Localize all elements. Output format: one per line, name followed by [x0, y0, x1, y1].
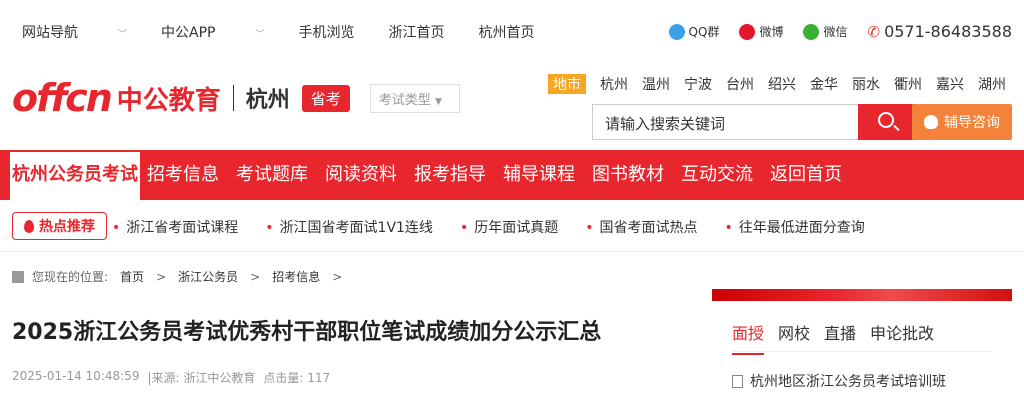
hangzhou-home-link[interactable]: 杭州首页	[479, 22, 535, 42]
search-input[interactable]: 请输入搜索关键词	[592, 104, 918, 140]
city-link[interactable]: 台州	[726, 74, 754, 94]
city-link[interactable]: 绍兴	[768, 74, 796, 94]
site-nav-label: 网站导航	[22, 25, 78, 41]
city-link[interactable]: 杭州	[600, 74, 628, 94]
search-button[interactable]	[858, 104, 918, 140]
tab-online[interactable]: 网校	[778, 320, 810, 355]
weibo-icon	[739, 23, 756, 40]
article-source: |来源: 浙江中公教育	[147, 371, 256, 385]
chevron-down-icon: ﹀	[255, 30, 265, 40]
qq-link[interactable]: QQ群	[668, 23, 720, 40]
city-link[interactable]: 温州	[642, 74, 670, 94]
logo-en: offcn	[12, 76, 113, 120]
city-link[interactable]: 湖州	[978, 74, 1006, 94]
nav-item-reading[interactable]: 阅读资料	[325, 150, 397, 200]
city-link[interactable]: 金华	[810, 74, 838, 94]
site-nav-link[interactable]: 网站导航 ﹀	[22, 22, 127, 42]
phone-text: 0571-86483588	[884, 22, 1012, 41]
hot-link[interactable]: 历年面试真题	[460, 217, 558, 237]
city-link[interactable]: 宁波	[684, 74, 712, 94]
location-icon	[12, 270, 24, 283]
site-logo[interactable]: offcn 中公教育 杭州 省考 考试类型 ▼	[12, 76, 460, 120]
exam-type-select[interactable]: 考试类型 ▼	[369, 83, 460, 113]
city-link[interactable]: 衢州	[894, 74, 922, 94]
breadcrumb-prefix: 您现在的位置:	[32, 270, 109, 284]
logo-cn: 中公教育	[116, 85, 221, 116]
nav-item-books[interactable]: 图书教材	[592, 150, 664, 200]
exam-tag: 省考	[301, 84, 350, 112]
chevron-down-icon: ﹀	[118, 30, 128, 40]
search-icon	[878, 112, 894, 128]
breadcrumb-link[interactable]: 首页	[120, 268, 144, 285]
top-bar: 网站导航 ﹀ 中公APP ﹀ 手机浏览 浙江首页 杭州首页 QQ群 微博 微信 ✆ …	[0, 0, 1024, 64]
caret-down-icon: ▼	[434, 96, 442, 107]
article-clicks: 点击量: 117	[263, 371, 331, 385]
chat-icon	[924, 115, 938, 129]
nav-item-courses[interactable]: 辅导课程	[503, 150, 575, 200]
qq-label: QQ群	[688, 25, 720, 39]
breadcrumb-link[interactable]: 浙江公务员	[178, 268, 238, 285]
phone-number: ✆ 0571-86483588	[867, 22, 1012, 41]
logo-divider	[232, 85, 234, 111]
sidebar-banner[interactable]	[712, 289, 1012, 301]
tab-essay[interactable]: 申论批改	[870, 320, 934, 355]
wechat-link[interactable]: 微信	[803, 23, 847, 40]
breadcrumb-separator: >	[156, 269, 167, 284]
app-link[interactable]: 中公APP ﹀	[161, 22, 264, 42]
hot-link[interactable]: 浙江国省考面试1V1连线	[265, 217, 433, 237]
city-label: 地市	[548, 74, 586, 94]
nav-item-guide[interactable]: 报考指导	[414, 150, 486, 200]
breadcrumb-link[interactable]: 招考信息	[272, 268, 320, 285]
header: offcn 中公教育 杭州 省考 考试类型 ▼ 地市 杭州 温州 宁波 台州 绍…	[0, 64, 1024, 150]
wechat-icon	[803, 23, 820, 40]
nav-item-home-exam[interactable]: 杭州公务员考试	[10, 152, 140, 200]
search-placeholder: 请输入搜索关键词	[605, 115, 726, 133]
article-date: 2025-01-14 10:48:59	[12, 369, 140, 383]
zhejiang-home-link[interactable]: 浙江首页	[389, 22, 445, 42]
article-meta: 2025-01-14 10:48:59 |来源: 浙江中公教育 点击量: 117	[12, 369, 338, 386]
city-link[interactable]: 嘉兴	[936, 74, 964, 94]
hot-link[interactable]: 浙江省考面试课程	[112, 217, 238, 237]
flame-icon	[24, 219, 34, 233]
breadcrumb: 您现在的位置: 首页 > 浙江公务员 > 招考信息 >	[12, 268, 354, 285]
nav-item-questions[interactable]: 考试题库	[236, 150, 308, 200]
course-list-item-label: 杭州地区浙江公务员考试培训班	[750, 374, 946, 390]
article-title: 2025浙江公务员考试优秀村干部职位笔试成绩加分公示汇总	[12, 320, 602, 345]
sidebar-courses: 面授 网校 直播 申论批改 杭州地区浙江公务员考试培训班	[712, 289, 1012, 400]
breadcrumb-separator: >	[250, 269, 261, 284]
hot-badge: 热点推荐	[12, 212, 107, 240]
logo-city: 杭州	[245, 88, 290, 113]
tab-live[interactable]: 直播	[824, 320, 856, 355]
qq-icon	[668, 23, 685, 40]
nav-item-interact[interactable]: 互动交流	[681, 150, 753, 200]
hot-recommend-bar: 热点推荐 浙江省考面试课程 浙江国省考面试1V1连线 历年面试真题 国省考面试热…	[0, 200, 1024, 252]
hot-link[interactable]: 往年最低进面分查询	[724, 217, 865, 237]
wechat-label: 微信	[823, 25, 848, 39]
hot-link[interactable]: 国省考面试热点	[585, 217, 697, 237]
tabs-divider	[732, 351, 992, 352]
app-label: 中公APP	[161, 25, 216, 41]
city-bar: 地市 杭州 温州 宁波 台州 绍兴 金华 丽水 衢州 嘉兴 湖州	[548, 74, 1006, 94]
breadcrumb-separator: >	[332, 269, 343, 284]
consult-label: 辅导咨询	[944, 115, 1000, 131]
consult-button[interactable]: 辅导咨询	[912, 104, 1012, 140]
nav-item-recruit[interactable]: 招考信息	[147, 150, 219, 200]
city-link[interactable]: 丽水	[852, 74, 880, 94]
nav-item-back-home[interactable]: 返回首页	[770, 150, 842, 200]
mobile-link[interactable]: 手机浏览	[299, 22, 355, 42]
weibo-link[interactable]: 微博	[739, 23, 783, 40]
exam-type-label: 考试类型	[378, 92, 431, 108]
document-icon	[732, 374, 743, 388]
hot-badge-label: 热点推荐	[39, 219, 95, 235]
phone-icon: ✆	[867, 22, 881, 41]
main-nav: 杭州公务员考试 招考信息 考试题库 阅读资料 报考指导 辅导课程 图书教材 互动…	[0, 150, 1024, 200]
course-list-item[interactable]: 杭州地区浙江公务员考试培训班	[732, 371, 946, 391]
weibo-label: 微博	[759, 25, 784, 39]
tab-offline[interactable]: 面授	[732, 320, 765, 355]
